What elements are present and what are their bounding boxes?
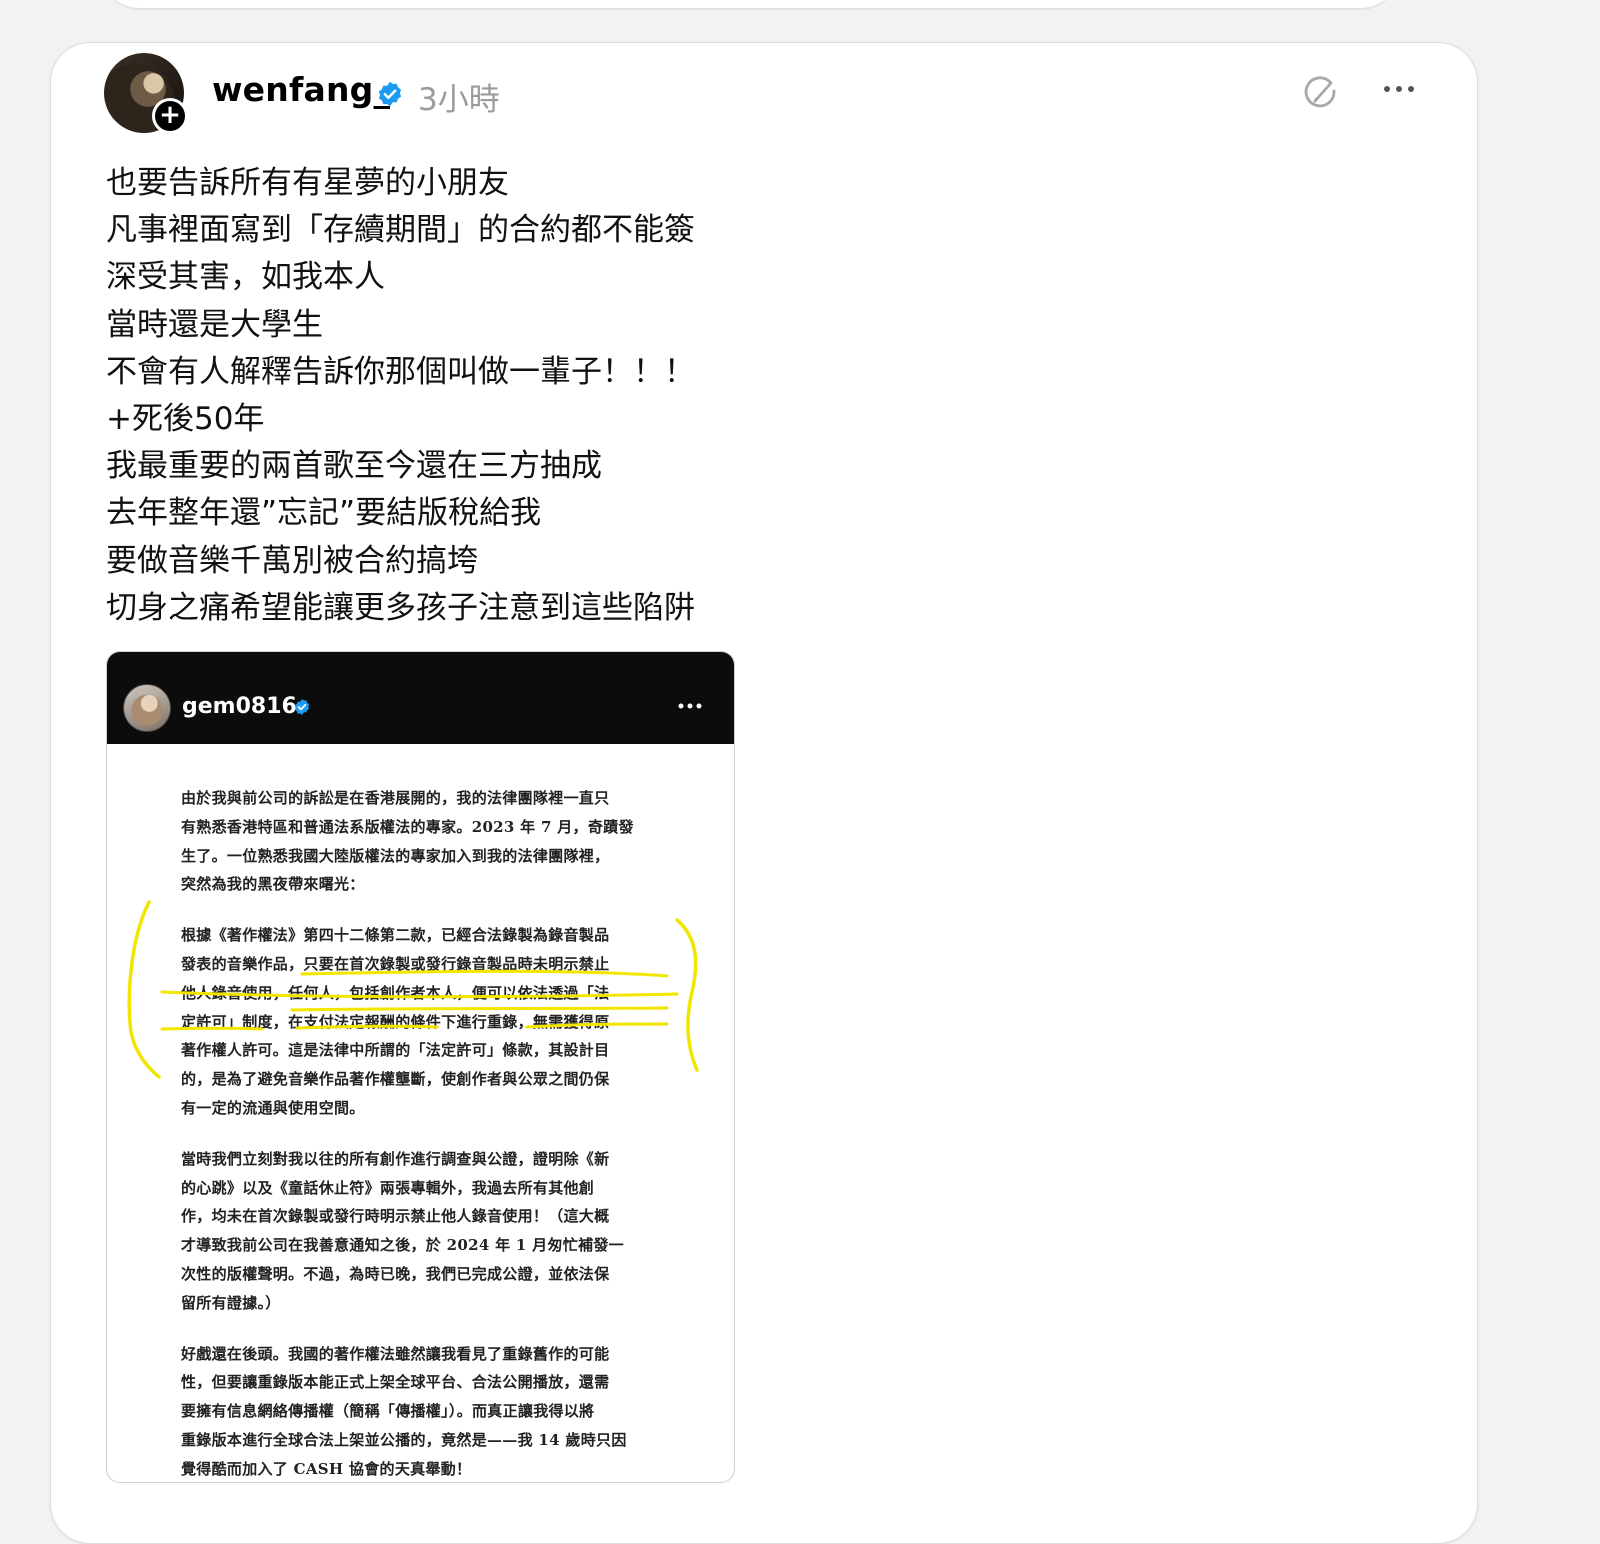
post-line: 我最重要的兩首歌至今還￼在三方抽成	[106, 448, 602, 485]
previous-post-edge	[100, 0, 1400, 10]
username[interactable]: wenfang_	[212, 70, 390, 109]
more-icon[interactable]	[1382, 82, 1416, 96]
edit-icon[interactable]	[1300, 74, 1340, 114]
post-body: 也要告訴所有有星夢的小朋友 凡事裡面寫到「存續期間」的合約都不能簽 深受其害，如…	[106, 160, 695, 632]
follow-plus-icon[interactable]: +	[152, 98, 188, 134]
post-line: 不會有人解釋告訴你那個叫做一輩子！！！	[106, 353, 695, 390]
post-line: 也要告訴所有有星夢的小朋友	[106, 165, 509, 201]
yellow-highlight-marks	[127, 900, 699, 1079]
post-line: 當時還是大學生	[106, 306, 323, 343]
post-line: 深受其害，如我本人	[106, 259, 385, 296]
post-line: +死後50年	[106, 401, 265, 438]
post-line: ￼要做音樂千萬別被合約搞垮	[106, 542, 478, 579]
post-line: 凡事裡面寫到「存續期間」的合約都不能簽	[106, 212, 695, 249]
post-line: 切身之痛希望能讓更多孩子注意到這些陷阱	[106, 589, 695, 626]
post-time: 3小時	[418, 82, 500, 118]
verified-badge-icon	[378, 81, 402, 107]
post-line: ￼去年整年還”忘記”要結版稅給我	[106, 495, 542, 532]
attached-screenshot[interactable]: gem0816 由於我與前公司的訴訟是在香港展開的，我的法律團隊裡一直只 有熟悉…	[106, 651, 735, 1483]
